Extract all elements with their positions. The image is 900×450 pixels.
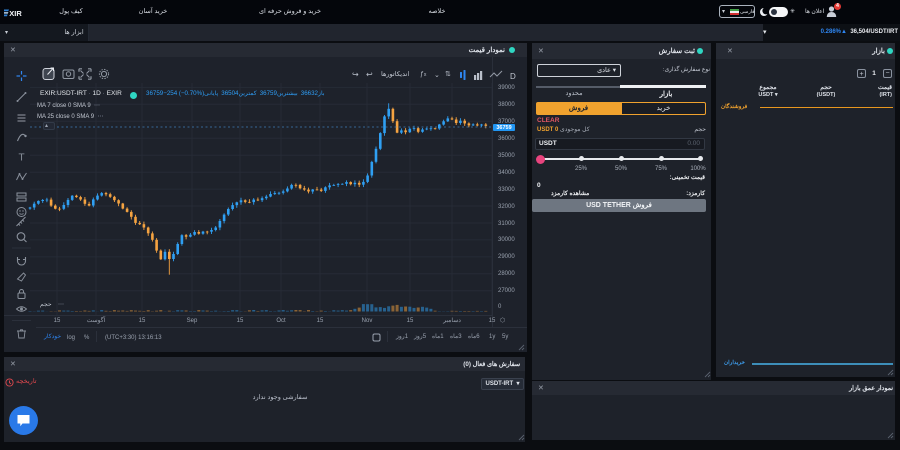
svg-text:D: D bbox=[510, 72, 516, 81]
svg-text:T: T bbox=[18, 153, 24, 164]
svg-text:XIR: XIR bbox=[9, 9, 22, 17]
